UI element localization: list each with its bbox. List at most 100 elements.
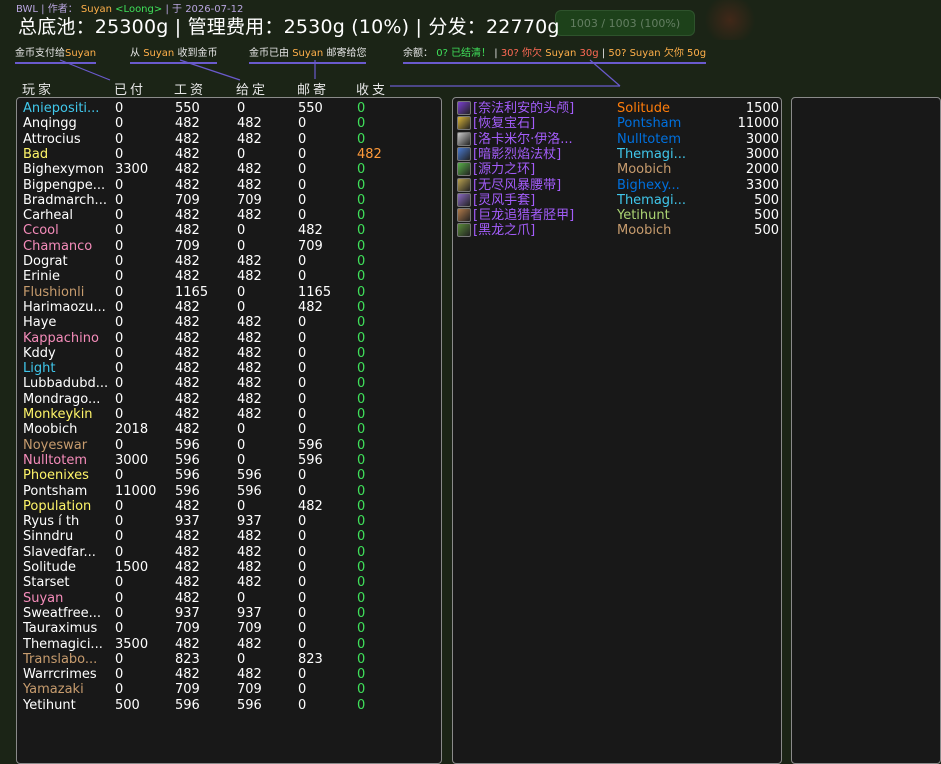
- player-balance: 0: [357, 529, 366, 545]
- loot-row[interactable]: [恢复宝石] Pontsham 11000: [457, 116, 779, 131]
- player-row[interactable]: Tauraximus 0 709 709 0 0: [23, 621, 433, 636]
- loot-price: 3000: [745, 131, 779, 147]
- player-name: Tauraximus: [23, 621, 98, 637]
- player-row[interactable]: Starset 0 482 482 0 0: [23, 575, 433, 590]
- player-row[interactable]: Chamanco 0 709 0 709 0: [23, 239, 433, 254]
- player-row[interactable]: Ccool 0 482 0 482 0: [23, 223, 433, 238]
- player-paid: 0: [115, 621, 124, 637]
- player-row[interactable]: Aniepositi... 0 550 0 550 0: [23, 101, 433, 116]
- loot-item-name[interactable]: [洛卡米尔·伊洛...: [473, 132, 613, 147]
- player-balance: 0: [357, 192, 366, 208]
- player-row[interactable]: Dograt 0 482 482 0 0: [23, 254, 433, 269]
- loot-row[interactable]: [奈法利安的头颅] Solitude 1500: [457, 101, 779, 116]
- player-mail: 0: [298, 514, 307, 530]
- player-row[interactable]: Bad 0 482 0 0 482: [23, 147, 433, 162]
- loot-item-name[interactable]: [暗影烈焰法杖]: [473, 147, 613, 162]
- player-row[interactable]: Phoenixes 0 596 596 0 0: [23, 468, 433, 483]
- loot-row[interactable]: [源力之环] Moobich 2000: [457, 162, 779, 177]
- loot-winner: Solitude: [617, 101, 671, 116]
- player-row[interactable]: Haye 0 482 482 0 0: [23, 315, 433, 330]
- player-row[interactable]: Nulltotem 3000 596 0 596 0: [23, 453, 433, 468]
- player-paid: 0: [115, 575, 124, 591]
- player-wage: 482: [175, 498, 200, 514]
- loot-item-name[interactable]: [源力之环]: [473, 162, 613, 177]
- player-name: Moobich: [23, 422, 78, 438]
- player-name: Warrcrimes: [23, 667, 97, 683]
- player-row[interactable]: Sweatfree... 0 937 937 0 0: [23, 606, 433, 621]
- player-mail: 0: [298, 483, 307, 499]
- player-mail: 0: [298, 146, 307, 162]
- loot-row[interactable]: [无尽风暴腰带] Bighexy... 3300: [457, 177, 779, 193]
- player-row[interactable]: Solitude 1500 482 482 0 0: [23, 560, 433, 575]
- player-row[interactable]: Light 0 482 482 0 0: [23, 361, 433, 376]
- player-mail: 0: [298, 269, 307, 285]
- player-row[interactable]: Yamazaki 0 709 709 0 0: [23, 682, 433, 697]
- player-ledger-panel: Aniepositi... 0 550 0 550 0 Anqingg 0 482 482 0 0 At…: [16, 97, 442, 764]
- loot-item-name[interactable]: [恢复宝石]: [473, 116, 613, 131]
- player-balance: 0: [357, 269, 366, 285]
- player-balance: 0: [357, 407, 366, 422]
- player-wage: 482: [175, 162, 200, 178]
- player-row[interactable]: Warrcrimes 0 482 482 0 0: [23, 667, 433, 682]
- player-row[interactable]: Population 0 482 0 482 0: [23, 499, 433, 514]
- player-wage: 482: [175, 407, 200, 422]
- player-row[interactable]: Mondrago... 0 482 482 0 0: [23, 392, 433, 407]
- player-row[interactable]: Flushionli 0 1165 0 1165 0: [23, 285, 433, 300]
- player-row[interactable]: Slavedfar... 0 482 482 0 0: [23, 545, 433, 560]
- player-balance: 0: [357, 116, 366, 132]
- player-row[interactable]: Suyan 0 482 0 0 0: [23, 591, 433, 606]
- player-wage: 596: [175, 697, 200, 713]
- player-paid: 0: [115, 544, 124, 560]
- player-given: 937: [237, 605, 262, 621]
- player-row[interactable]: Moobich 2018 482 0 0 0: [23, 422, 433, 437]
- player-name: Ryus í th: [23, 514, 80, 530]
- player-mail: 0: [298, 330, 307, 346]
- player-row[interactable]: Attrocius 0 482 482 0 0: [23, 132, 433, 147]
- player-row[interactable]: Noyeswar 0 596 0 596 0: [23, 438, 433, 453]
- player-row[interactable]: Bighexymon 3300 482 482 0 0: [23, 162, 433, 177]
- player-name: Erinie: [23, 269, 61, 285]
- player-row[interactable]: Yetihunt 500 596 596 0 0: [23, 698, 433, 713]
- player-name: Bradmarch...: [23, 192, 107, 208]
- player-given: 482: [237, 391, 262, 407]
- player-row[interactable]: Bradmarch... 0 709 709 0 0: [23, 193, 433, 208]
- loot-row[interactable]: [暗影烈焰法杖] Themagi... 3000: [457, 146, 779, 162]
- loot-row[interactable]: [洛卡米尔·伊洛... Nulltotem 3000: [457, 131, 779, 147]
- player-mail: 0: [298, 605, 307, 621]
- player-wage: 482: [175, 529, 200, 545]
- loot-item-name[interactable]: [奈法利安的头颅]: [473, 101, 613, 116]
- loot-item-name[interactable]: [无尽风暴腰带]: [473, 178, 613, 193]
- loot-row[interactable]: [黑龙之爪] Moobich 500: [457, 223, 779, 238]
- player-paid: 0: [115, 605, 124, 621]
- player-mail: 596: [298, 452, 323, 468]
- loot-item-name[interactable]: [黑龙之爪]: [473, 223, 613, 238]
- player-wage: 482: [175, 391, 200, 407]
- player-row[interactable]: Kddy 0 482 482 0 0: [23, 346, 433, 361]
- player-wage: 550: [175, 101, 200, 116]
- loot-item-name[interactable]: [巨龙追猎者胫甲]: [473, 208, 613, 223]
- player-row[interactable]: Erinie 0 482 482 0 0: [23, 269, 433, 284]
- player-wage: 709: [175, 682, 200, 698]
- player-row[interactable]: Harimaozu... 0 482 0 482 0: [23, 300, 433, 315]
- player-wage: 823: [175, 651, 200, 667]
- player-balance: 0: [357, 101, 366, 116]
- player-row[interactable]: Translabo... 0 823 0 823 0: [23, 652, 433, 667]
- player-mail: 1165: [298, 284, 332, 300]
- player-row[interactable]: Ryus í th 0 937 937 0 0: [23, 514, 433, 529]
- player-row[interactable]: Monkeykin 0 482 482 0 0: [23, 407, 433, 422]
- player-row[interactable]: Themagici... 3500 482 482 0 0: [23, 637, 433, 652]
- player-row[interactable]: Kappachino 0 482 482 0 0: [23, 331, 433, 346]
- loot-row[interactable]: [巨龙追猎者胫甲] Yetihunt 500: [457, 208, 779, 223]
- player-paid: 11000: [115, 483, 157, 499]
- player-row[interactable]: Carheal 0 482 482 0 0: [23, 208, 433, 223]
- player-row[interactable]: Lubbadubd... 0 482 482 0 0: [23, 376, 433, 391]
- player-paid: 0: [115, 284, 124, 300]
- player-row[interactable]: Sinndru 0 482 482 0 0: [23, 529, 433, 544]
- player-row[interactable]: Anqingg 0 482 482 0 0: [23, 116, 433, 131]
- column-header-paid: 已付: [114, 83, 147, 98]
- player-row[interactable]: Bigpengpe... 0 482 482 0 0: [23, 178, 433, 193]
- loot-item-name[interactable]: [灵风手套]: [473, 193, 613, 208]
- player-row[interactable]: Pontsham 11000 596 596 0 0: [23, 484, 433, 499]
- loot-row[interactable]: [灵风手套] Themagi... 500: [457, 192, 779, 208]
- player-name: Themagici...: [23, 636, 103, 652]
